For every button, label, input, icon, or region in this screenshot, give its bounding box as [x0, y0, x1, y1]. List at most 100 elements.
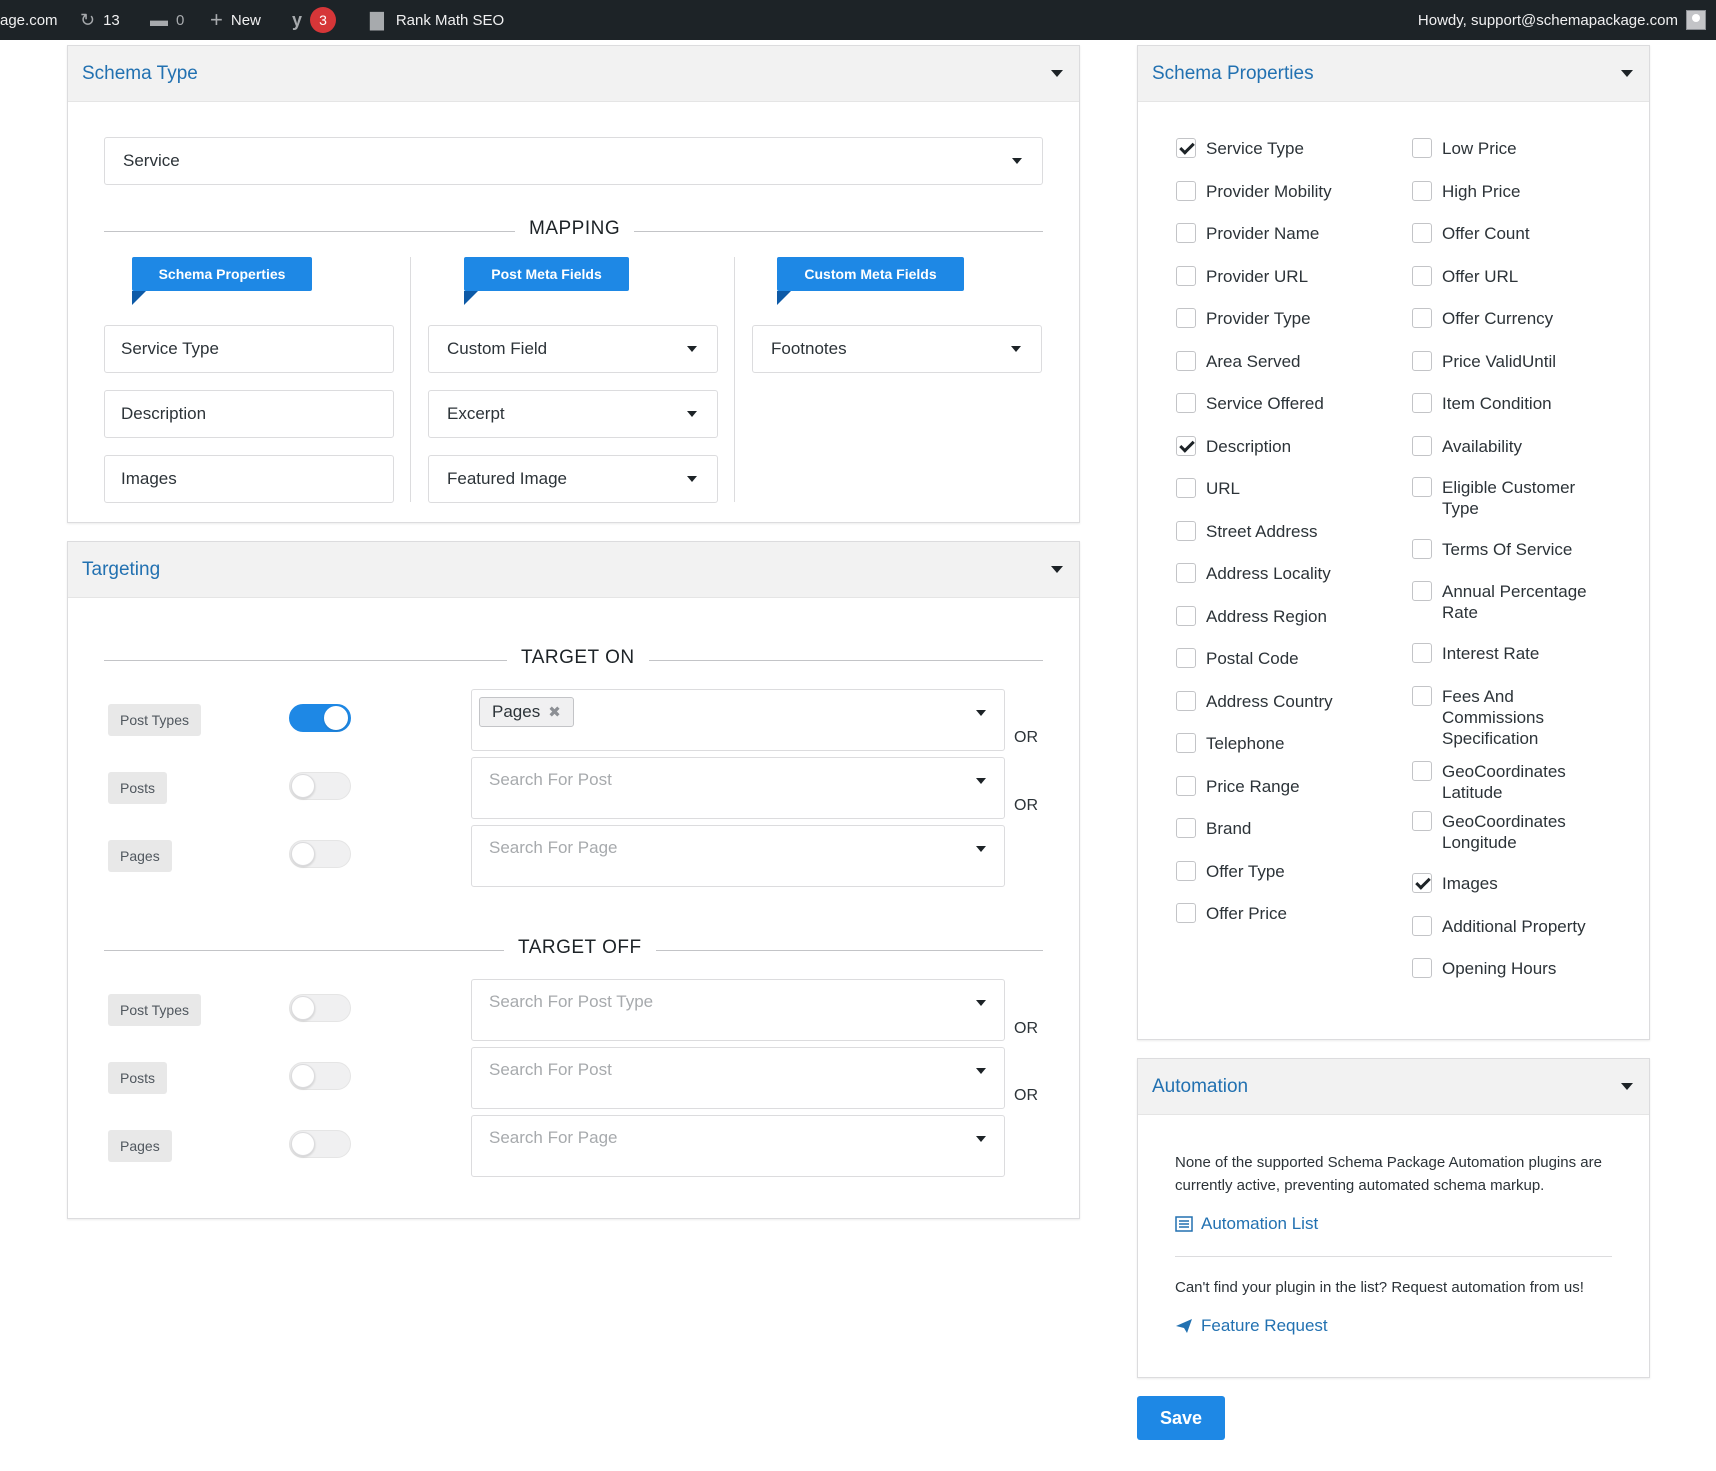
comments-link[interactable]: ▬ 0: [150, 0, 184, 40]
checkbox[interactable]: [1412, 916, 1432, 936]
automation-panel-header[interactable]: Automation: [1138, 1059, 1649, 1115]
checkbox[interactable]: [1176, 903, 1196, 923]
schema-type-panel-header[interactable]: Schema Type: [68, 46, 1079, 102]
remove-tag-icon[interactable]: ✖: [548, 703, 561, 721]
property-checkbox[interactable]: Service Offered: [1176, 393, 1371, 414]
property-checkbox[interactable]: Description: [1176, 436, 1371, 457]
checkbox[interactable]: [1176, 563, 1196, 583]
property-checkbox[interactable]: URL: [1176, 478, 1371, 499]
checkbox[interactable]: [1176, 861, 1196, 881]
target-off-posts-select[interactable]: Search For Post: [471, 1047, 1005, 1109]
property-checkbox[interactable]: Interest Rate: [1412, 643, 1607, 664]
property-checkbox[interactable]: Eligible Customer Type: [1412, 477, 1607, 519]
target-on-posts-select[interactable]: Search For Post: [471, 757, 1005, 819]
checkbox[interactable]: [1176, 223, 1196, 243]
target-off-posts-toggle[interactable]: [289, 1062, 351, 1090]
checkbox[interactable]: [1412, 686, 1432, 706]
checkbox[interactable]: [1412, 436, 1432, 456]
checkbox[interactable]: [1412, 308, 1432, 328]
property-checkbox[interactable]: Service Type: [1176, 138, 1371, 159]
checkbox[interactable]: [1412, 811, 1432, 831]
property-checkbox[interactable]: High Price: [1412, 181, 1607, 202]
checkbox[interactable]: [1176, 266, 1196, 286]
checkbox[interactable]: [1176, 691, 1196, 711]
target-on-pages-toggle[interactable]: [289, 840, 351, 868]
collapse-caret-icon[interactable]: [1621, 1083, 1633, 1090]
checkbox[interactable]: [1412, 393, 1432, 413]
checkbox[interactable]: [1176, 521, 1196, 541]
property-checkbox[interactable]: Provider Name: [1176, 223, 1371, 244]
property-checkbox[interactable]: Address Region: [1176, 606, 1371, 627]
property-checkbox[interactable]: Fees And Commissions Specification: [1412, 686, 1607, 749]
property-checkbox[interactable]: Brand: [1176, 818, 1371, 839]
feature-request-link[interactable]: Feature Request: [1175, 1316, 1328, 1336]
checkbox[interactable]: [1176, 606, 1196, 626]
property-checkbox[interactable]: Offer Type: [1176, 861, 1371, 882]
post-meta-select-description[interactable]: Excerpt: [428, 390, 718, 438]
target-off-post-types-select[interactable]: Search For Post Type: [471, 979, 1005, 1041]
property-checkbox[interactable]: Offer Count: [1412, 223, 1607, 244]
property-checkbox[interactable]: Additional Property: [1412, 916, 1607, 937]
rankmath-link[interactable]: ▇ Rank Math SEO: [370, 0, 504, 40]
checkbox[interactable]: [1412, 761, 1432, 781]
property-checkbox[interactable]: Address Country: [1176, 691, 1371, 712]
property-checkbox[interactable]: Item Condition: [1412, 393, 1607, 414]
target-off-post-types-toggle[interactable]: [289, 994, 351, 1022]
property-checkbox[interactable]: Annual Percentage Rate: [1412, 581, 1607, 623]
checkbox[interactable]: [1412, 477, 1432, 497]
property-checkbox[interactable]: GeoCoordinates Latitude: [1412, 761, 1607, 803]
schema-properties-panel-header[interactable]: Schema Properties: [1138, 46, 1649, 102]
collapse-caret-icon[interactable]: [1621, 70, 1633, 77]
property-checkbox[interactable]: GeoCoordinates Longitude: [1412, 811, 1607, 853]
target-on-post-types-toggle[interactable]: [289, 704, 351, 732]
account-menu[interactable]: Howdy, support@schemapackage.com: [1418, 0, 1706, 40]
target-off-pages-toggle[interactable]: [289, 1130, 351, 1158]
property-checkbox[interactable]: Price Range: [1176, 776, 1371, 797]
target-on-pages-select[interactable]: Search For Page: [471, 825, 1005, 887]
collapse-caret-icon[interactable]: [1051, 70, 1063, 77]
checkbox[interactable]: [1176, 648, 1196, 668]
property-checkbox[interactable]: Terms Of Service: [1412, 539, 1607, 560]
targeting-panel-header[interactable]: Targeting: [68, 542, 1079, 598]
property-checkbox[interactable]: Price ValidUntil: [1412, 351, 1607, 372]
automation-list-link[interactable]: Automation List: [1175, 1214, 1318, 1234]
target-on-post-types-select[interactable]: Pages ✖: [471, 689, 1005, 751]
property-checkbox[interactable]: Telephone: [1176, 733, 1371, 754]
save-button[interactable]: Save: [1137, 1396, 1225, 1440]
checkbox[interactable]: [1176, 181, 1196, 201]
checkbox-checked[interactable]: [1176, 138, 1196, 158]
target-on-posts-toggle[interactable]: [289, 772, 351, 800]
property-checkbox[interactable]: Provider Type: [1176, 308, 1371, 329]
property-checkbox[interactable]: Offer Currency: [1412, 308, 1607, 329]
property-checkbox[interactable]: Availability: [1412, 436, 1607, 457]
checkbox-checked[interactable]: [1176, 436, 1196, 456]
post-meta-select-service-type[interactable]: Custom Field: [428, 325, 718, 373]
property-checkbox[interactable]: Offer Price: [1176, 903, 1371, 924]
property-checkbox[interactable]: Street Address: [1176, 521, 1371, 542]
property-checkbox[interactable]: Provider URL: [1176, 266, 1371, 287]
checkbox-checked[interactable]: [1412, 873, 1432, 893]
property-checkbox[interactable]: Postal Code: [1176, 648, 1371, 669]
checkbox[interactable]: [1176, 478, 1196, 498]
property-checkbox[interactable]: Opening Hours: [1412, 958, 1607, 979]
checkbox[interactable]: [1412, 266, 1432, 286]
checkbox[interactable]: [1412, 539, 1432, 559]
custom-meta-select-service-type[interactable]: Footnotes: [752, 325, 1042, 373]
schema-type-select[interactable]: Service: [104, 137, 1043, 185]
site-name-link[interactable]: age.com: [0, 0, 58, 40]
post-meta-select-images[interactable]: Featured Image: [428, 455, 718, 503]
checkbox[interactable]: [1412, 351, 1432, 371]
checkbox[interactable]: [1176, 351, 1196, 371]
checkbox[interactable]: [1176, 733, 1196, 753]
checkbox[interactable]: [1412, 181, 1432, 201]
target-off-pages-select[interactable]: Search For Page: [471, 1115, 1005, 1177]
property-checkbox[interactable]: Low Price: [1412, 138, 1607, 159]
checkbox[interactable]: [1412, 138, 1432, 158]
checkbox[interactable]: [1412, 643, 1432, 663]
property-checkbox[interactable]: Area Served: [1176, 351, 1371, 372]
property-checkbox[interactable]: Provider Mobility: [1176, 181, 1371, 202]
checkbox[interactable]: [1412, 958, 1432, 978]
yoast-link[interactable]: y 3: [292, 0, 337, 40]
checkbox[interactable]: [1176, 818, 1196, 838]
property-checkbox[interactable]: Offer URL: [1412, 266, 1607, 287]
